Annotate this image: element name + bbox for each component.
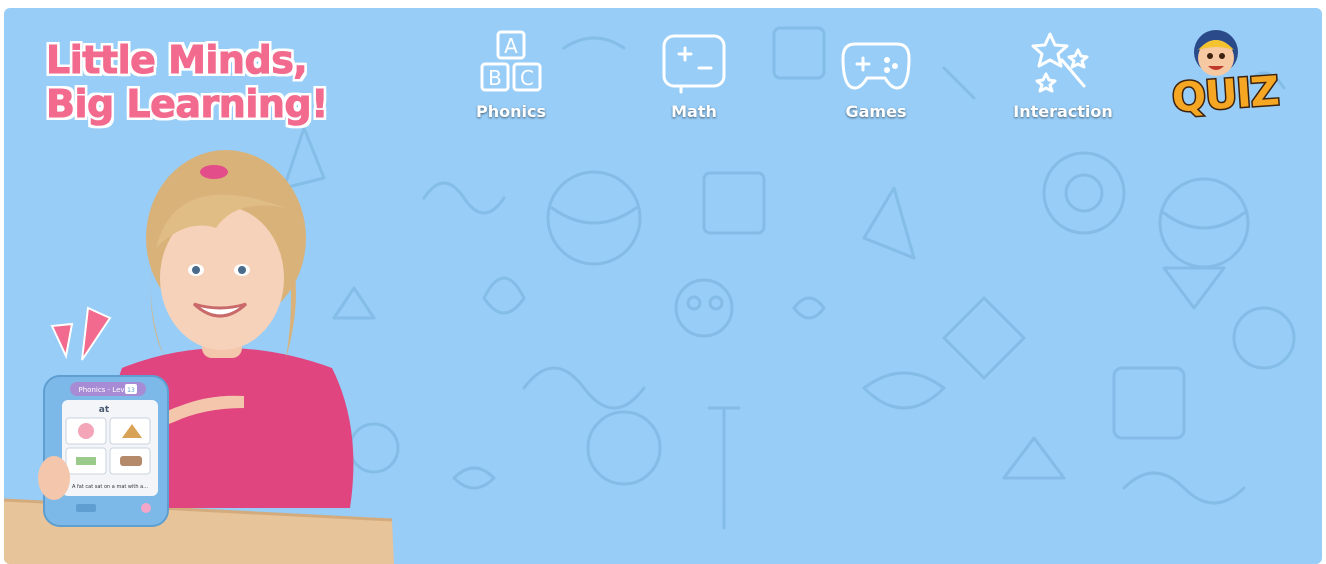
feature-games: Games: [806, 30, 946, 121]
svg-text:C: C: [520, 66, 534, 90]
feature-label-phonics: Phonics: [476, 102, 546, 121]
abc-blocks-icon: AB C: [480, 30, 542, 92]
math-board-icon: [662, 34, 726, 94]
feature-math: Math: [624, 30, 764, 121]
svg-text:A: A: [504, 34, 518, 58]
feature-phonics: ABC Phonics: [441, 30, 581, 121]
headline-line-2: Big Learning!: [46, 82, 329, 127]
feature-interaction: Interaction: [993, 30, 1133, 121]
feature-label-math: Math: [671, 102, 717, 121]
headline-line-1: Little Minds,: [46, 38, 309, 83]
promo-banner: Little Minds, Big Learning! ABC Phonics …: [4, 8, 1322, 564]
headline: Little Minds, Big Learning!: [46, 38, 329, 127]
feature-label-interaction: Interaction: [1013, 102, 1113, 121]
device-sentence: A fat cat sat on a mat with a...: [72, 484, 148, 490]
child-with-device-photo: Phonics - Level 2 13 at A fat cat sat on…: [4, 150, 394, 564]
learning-device: Phonics - Level 2 13 at A fat cat sat on…: [43, 375, 169, 527]
device-badge: 13: [127, 387, 135, 394]
device-word: at: [99, 405, 110, 415]
brand-logo: QUIZ: [1164, 24, 1304, 124]
brand-logo-text: QUIZ: [1169, 67, 1281, 123]
gamepad-icon: [841, 42, 911, 90]
feature-label-games: Games: [845, 102, 907, 121]
svg-text:B: B: [488, 66, 502, 90]
magic-stars-icon: [1031, 32, 1089, 93]
